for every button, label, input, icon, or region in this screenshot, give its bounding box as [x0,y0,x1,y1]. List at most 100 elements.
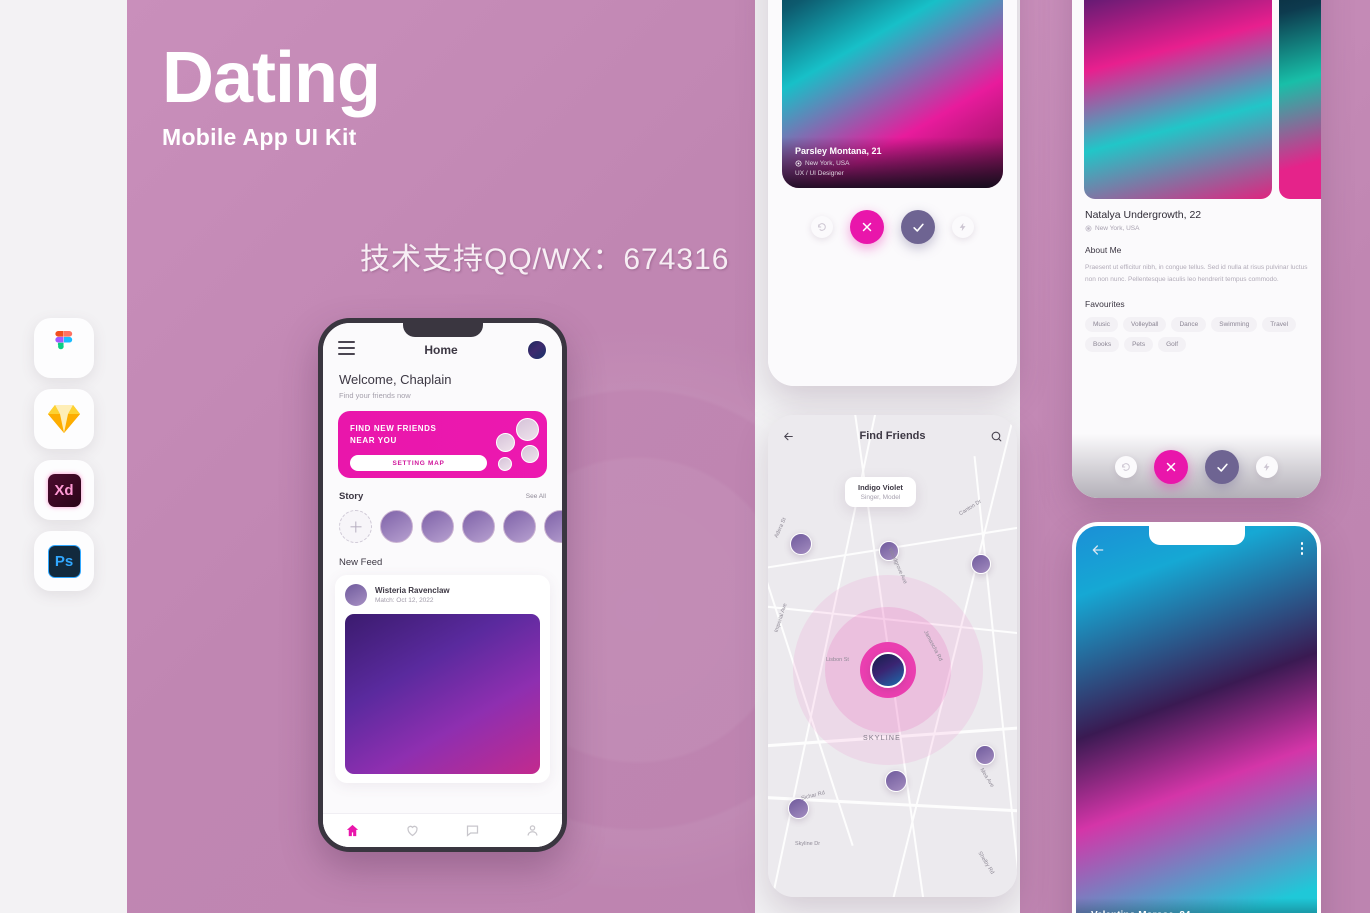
photo-phone-mockup: Valentino Morose, 24 New York, USA [1072,522,1321,913]
map-friend-pin[interactable] [971,554,991,574]
feed-avatar [345,584,367,606]
photo-meta: Valentino Morose, 24 New York, USA [1076,898,1317,913]
back-arrow-icon[interactable] [1090,542,1106,558]
story-item[interactable] [544,510,562,543]
tooltip-name: Indigo Violet [858,483,903,492]
swipe-profile-job: UX / UI Designer [795,170,844,177]
promo-avatar [498,457,512,471]
story-see-all[interactable]: See All [526,493,546,500]
back-arrow-icon[interactable] [782,430,795,443]
swipe-card-meta: Parsley Montana, 21 New York, USA UX / U… [782,137,1003,188]
map-friend-pin[interactable] [790,533,812,555]
favourite-tag[interactable]: Music [1085,317,1118,333]
promo-avatar-cluster [466,417,540,475]
photoshop-tile[interactable]: Ps [34,531,94,591]
feed-match-date: Match: Oct 12, 2022 [375,597,434,604]
favourite-tag[interactable]: Travel [1262,317,1297,333]
like-button[interactable] [901,210,935,244]
adobe-xd-tile[interactable]: Xd [34,460,94,520]
map-tooltip[interactable]: Indigo Violet Singer, Model [845,477,916,507]
profile-name: Natalya Undergrowth, 22 [1085,209,1202,221]
favourite-tag[interactable]: Pets [1124,337,1154,353]
search-icon[interactable] [990,430,1003,443]
profile-photo-gallery [1072,0,1321,199]
story-item[interactable] [462,510,495,543]
story-item[interactable] [503,510,536,543]
story-item[interactable] [380,510,413,543]
check-icon [1216,463,1228,472]
story-list [323,502,562,543]
rewind-button[interactable] [811,216,833,238]
adobe-xd-icon: Xd [47,473,81,507]
boost-icon [959,222,966,232]
map-phone-mockup: Find Friends Indigo Violet Singer, Model… [768,415,1017,897]
swipe-card[interactable]: Parsley Montana, 21 New York, USA UX / U… [782,0,1003,188]
swipe-phone-mockup: Parsley Montana, 21 New York, USA UX / U… [768,0,1017,386]
map-friend-pin[interactable] [788,798,809,819]
map-screen[interactable]: Find Friends Indigo Violet Singer, Model… [768,415,1017,897]
map-friend-pin[interactable] [975,745,995,765]
home-screen: Home Welcome, Chaplain Find your friends… [323,323,562,847]
user-avatar[interactable] [527,340,547,360]
map-label: SKYLINE [863,735,901,742]
swipe-screen: Parsley Montana, 21 New York, USA UX / U… [768,0,1017,386]
boost-button[interactable] [1256,456,1278,478]
profile-icon[interactable] [525,823,540,838]
check-icon [912,223,924,232]
about-me-heading: About Me [1085,245,1122,255]
welcome-greeting: Welcome, Chaplain [339,372,452,387]
close-icon [862,222,872,232]
welcome-subtitle: Find your friends now [339,391,411,400]
promo-banner[interactable]: FIND NEW FRIENDS NEAR YOU SETTING MAP [338,411,547,478]
photoshop-icon: Ps [47,544,81,578]
favourites-tag-list: Music Volleyball Dance Swimming Travel B… [1085,317,1308,353]
more-options-icon[interactable] [1300,542,1303,555]
hero-headline: Dating Mobile App UI Kit [162,42,381,151]
like-button[interactable] [1205,450,1239,484]
profile-action-bar [1072,450,1321,484]
swipe-location-text: New York, USA [805,160,850,167]
heart-icon[interactable] [405,823,420,838]
promo-avatar [496,433,515,452]
map-label: Adera St [773,517,788,539]
map-self-pin[interactable] [870,652,906,688]
map-title: Find Friends [859,430,926,442]
about-me-text: Praesent ut efficitur nibh, in congue te… [1085,264,1308,284]
profile-location: New York, USA [1085,225,1308,232]
profile-phone-mockup: Profile Details Natalya Undergrowth, 22 … [1072,0,1321,498]
home-icon[interactable] [345,823,360,838]
promo-avatar [521,445,539,463]
home-phone-mockup: Home Welcome, Chaplain Find your friends… [318,318,567,852]
profile-photo-main[interactable] [1084,0,1272,199]
favourite-tag[interactable]: Books [1085,337,1120,353]
swipe-action-bar [768,210,1017,244]
dislike-button[interactable] [850,210,884,244]
sketch-icon [48,405,80,433]
favourite-tag[interactable]: Swimming [1211,317,1258,333]
favourite-tag[interactable]: Golf [1158,337,1187,353]
figma-tile[interactable] [34,318,94,378]
bottom-tabbar [323,813,562,847]
welcome-block: Welcome, Chaplain Find your friends now [323,366,562,400]
menu-icon[interactable] [338,341,355,359]
sketch-tile[interactable] [34,389,94,449]
feed-card[interactable]: Wisteria Ravenclaw Match: Oct 12, 2022 [335,575,550,783]
map-friend-pin[interactable] [885,770,907,792]
profile-photo-next[interactable] [1279,0,1321,199]
story-label: Story [339,491,364,502]
boost-button[interactable] [952,216,974,238]
favourite-tag[interactable]: Volleyball [1122,317,1167,333]
story-item[interactable] [421,510,454,543]
tooltip-subtitle: Singer, Model [860,494,901,501]
rewind-button[interactable] [1115,456,1137,478]
story-add-button[interactable] [339,510,372,543]
chat-icon[interactable] [465,823,480,838]
favourite-tag[interactable]: Dance [1171,317,1207,333]
dislike-button[interactable] [1154,450,1188,484]
hero-subtitle: Mobile App UI Kit [162,124,357,150]
favourites-heading: Favourites [1085,299,1125,310]
swipe-profile-name: Parsley Montana, 21 [795,146,882,156]
rewind-icon [1122,463,1130,471]
poster-stage: Dating Mobile App UI Kit 技术支持QQ/WX：67431… [0,0,1370,913]
feed-author-name: Wisteria Ravenclaw [375,586,450,595]
